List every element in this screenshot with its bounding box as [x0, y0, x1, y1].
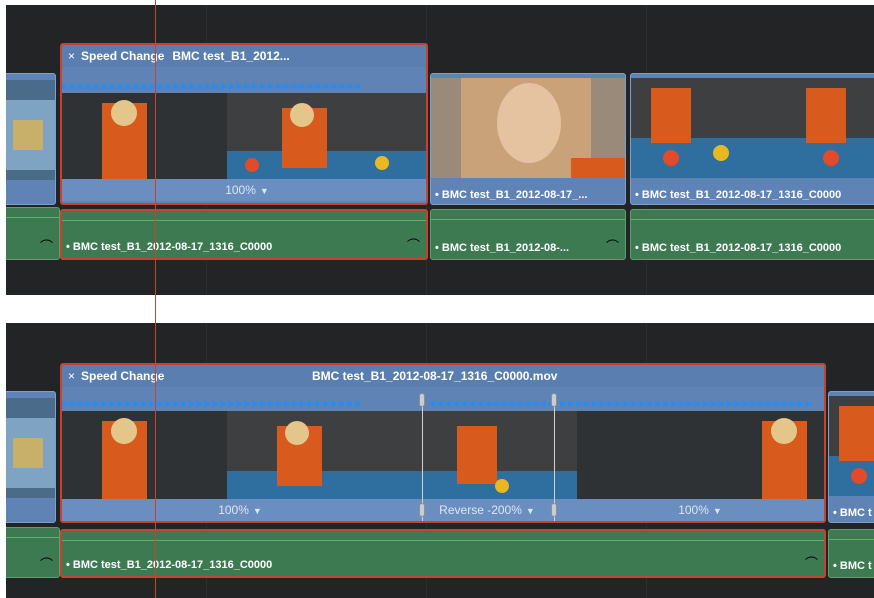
reverse-speed-dropdown[interactable]: Reverse -200% ▼: [439, 503, 535, 517]
speed-percent-dropdown[interactable]: 100% ▼: [218, 503, 262, 517]
audio-waveform: [62, 220, 426, 221]
speed-point-handle[interactable]: [419, 393, 425, 407]
clip-thumbnail: [6, 80, 55, 180]
speed-arrows-reverse: ◀◀◀◀◀◀◀◀◀◀◀◀◀◀◀◀◀◀◀◀◀◀◀◀◀◀: [428, 397, 552, 408]
clip-label: • BMC test_B1_2012-08-17_1316_C0000: [66, 559, 273, 571]
chevron-down-icon: ▼: [252, 506, 262, 516]
speed-percent-dropdown[interactable]: 100% ▼: [225, 183, 269, 197]
video-clip-partial-left[interactable]: [6, 391, 56, 523]
speed-percent-dropdown[interactable]: 100% ▼: [678, 503, 722, 517]
clip-label: • BMC test_B1_2012-08-17_1316_C0000: [635, 189, 842, 201]
video-clip[interactable]: • BMC test_B1_2012-08-17_...: [430, 73, 626, 205]
clip-label: • BMC t: [833, 560, 872, 572]
speed-arrows-forward: ▶▶▶▶▶▶▶▶▶▶▶▶▶▶▶▶▶▶▶▶▶▶▶▶▶▶▶▶▶▶▶▶▶▶▶▶▶▶: [62, 80, 364, 91]
audio-waveform: [6, 537, 59, 538]
playhead[interactable]: [155, 0, 156, 598]
chevron-down-icon: ▼: [712, 506, 722, 516]
speed-point-handle[interactable]: [551, 503, 557, 517]
fade-curve-icon: ⌒: [406, 238, 420, 253]
speed-point-handle[interactable]: [419, 503, 425, 517]
audio-clip[interactable]: • BMC test_B1_2012-08-... ⌒: [430, 209, 626, 260]
speed-row: 100% ▼ Reverse -200% ▼ 100% ▼: [62, 499, 824, 521]
clip-thumbnail: [631, 78, 874, 178]
audio-clip-selected[interactable]: • BMC test_B1_2012-08-17_1316_C0000 ⌒: [60, 529, 826, 578]
timeline-panel-top: × Speed Change BMC test_B1_2012... ▶▶▶▶▶…: [6, 5, 874, 295]
fade-curve-icon: ⌒: [39, 239, 53, 254]
audio-clip-partial-right[interactable]: • BMC t: [828, 529, 874, 578]
clip-header: × Speed Change BMC test_B1_2012-08-17_13…: [62, 365, 824, 387]
clip-thumbnail: [6, 398, 55, 498]
fade-curve-icon: ⌒: [39, 557, 53, 572]
clip-name: BMC test_B1_2012...: [172, 49, 290, 63]
speed-point-handle[interactable]: [551, 393, 557, 407]
clip-label: • BMC test_B1_2012-08-17_1316_C0000: [66, 241, 273, 253]
speed-row: 100% ▼: [62, 179, 426, 201]
clip-thumbnail: [62, 93, 426, 179]
clip-label: • BMC test_B1_2012-08-17_1316_C0000: [635, 242, 842, 254]
audio-waveform: [6, 217, 59, 218]
speed-change-clip[interactable]: × Speed Change BMC test_B1_2012... ▶▶▶▶▶…: [60, 43, 428, 205]
audio-clip[interactable]: • BMC test_B1_2012-08-17_1316_C0000: [630, 209, 874, 260]
clip-thumbnail: [829, 396, 874, 496]
clip-thumbnail: [62, 411, 824, 499]
speed-change-clip[interactable]: × Speed Change BMC test_B1_2012-08-17_13…: [60, 363, 826, 523]
speed-change-title: Speed Change: [81, 369, 165, 383]
audio-waveform: [62, 540, 824, 541]
clip-label: • BMC test_B1_2012-08-...: [435, 242, 570, 254]
fade-curve-icon: ⌒: [605, 239, 619, 254]
clip-label: • BMC test_B1_2012-08-17_...: [435, 189, 588, 201]
clip-name: BMC test_B1_2012-08-17_1316_C0000.mov: [312, 369, 558, 383]
clip-header: × Speed Change BMC test_B1_2012...: [62, 45, 426, 67]
audio-waveform: [631, 219, 874, 220]
clip-thumbnail: [431, 78, 625, 178]
video-clip-partial-right[interactable]: • BMC t: [828, 391, 874, 523]
speed-change-title: Speed Change: [81, 49, 165, 63]
audio-clip-partial-left[interactable]: ⌒: [6, 527, 60, 578]
video-clip-partial-left[interactable]: [6, 73, 56, 205]
speed-arrows-forward: ▶▶▶▶▶▶▶▶▶▶▶▶▶▶▶▶▶▶▶▶▶▶▶▶▶▶▶▶▶▶▶▶▶▶▶▶▶▶: [62, 397, 364, 408]
close-icon[interactable]: ×: [68, 369, 75, 383]
clip-label: • BMC t: [833, 507, 872, 519]
close-icon[interactable]: ×: [68, 49, 75, 63]
chevron-down-icon: ▼: [525, 506, 535, 516]
fade-curve-icon: ⌒: [804, 556, 818, 571]
video-clip[interactable]: • BMC test_B1_2012-08-17_1316_C0000: [630, 73, 874, 205]
timeline-panel-bottom: × Speed Change BMC test_B1_2012-08-17_13…: [6, 323, 874, 598]
audio-waveform: [431, 219, 625, 220]
chevron-down-icon: ▼: [259, 186, 269, 196]
audio-clip-selected[interactable]: • BMC test_B1_2012-08-17_1316_C0000 ⌒: [60, 209, 428, 260]
audio-waveform: [829, 539, 874, 540]
audio-clip-partial-left[interactable]: ⌒: [6, 207, 60, 260]
speed-arrows-forward: ▶▶▶▶▶▶▶▶▶▶▶▶▶▶▶▶▶▶▶▶▶▶▶▶▶▶▶▶▶▶▶▶: [560, 397, 814, 408]
